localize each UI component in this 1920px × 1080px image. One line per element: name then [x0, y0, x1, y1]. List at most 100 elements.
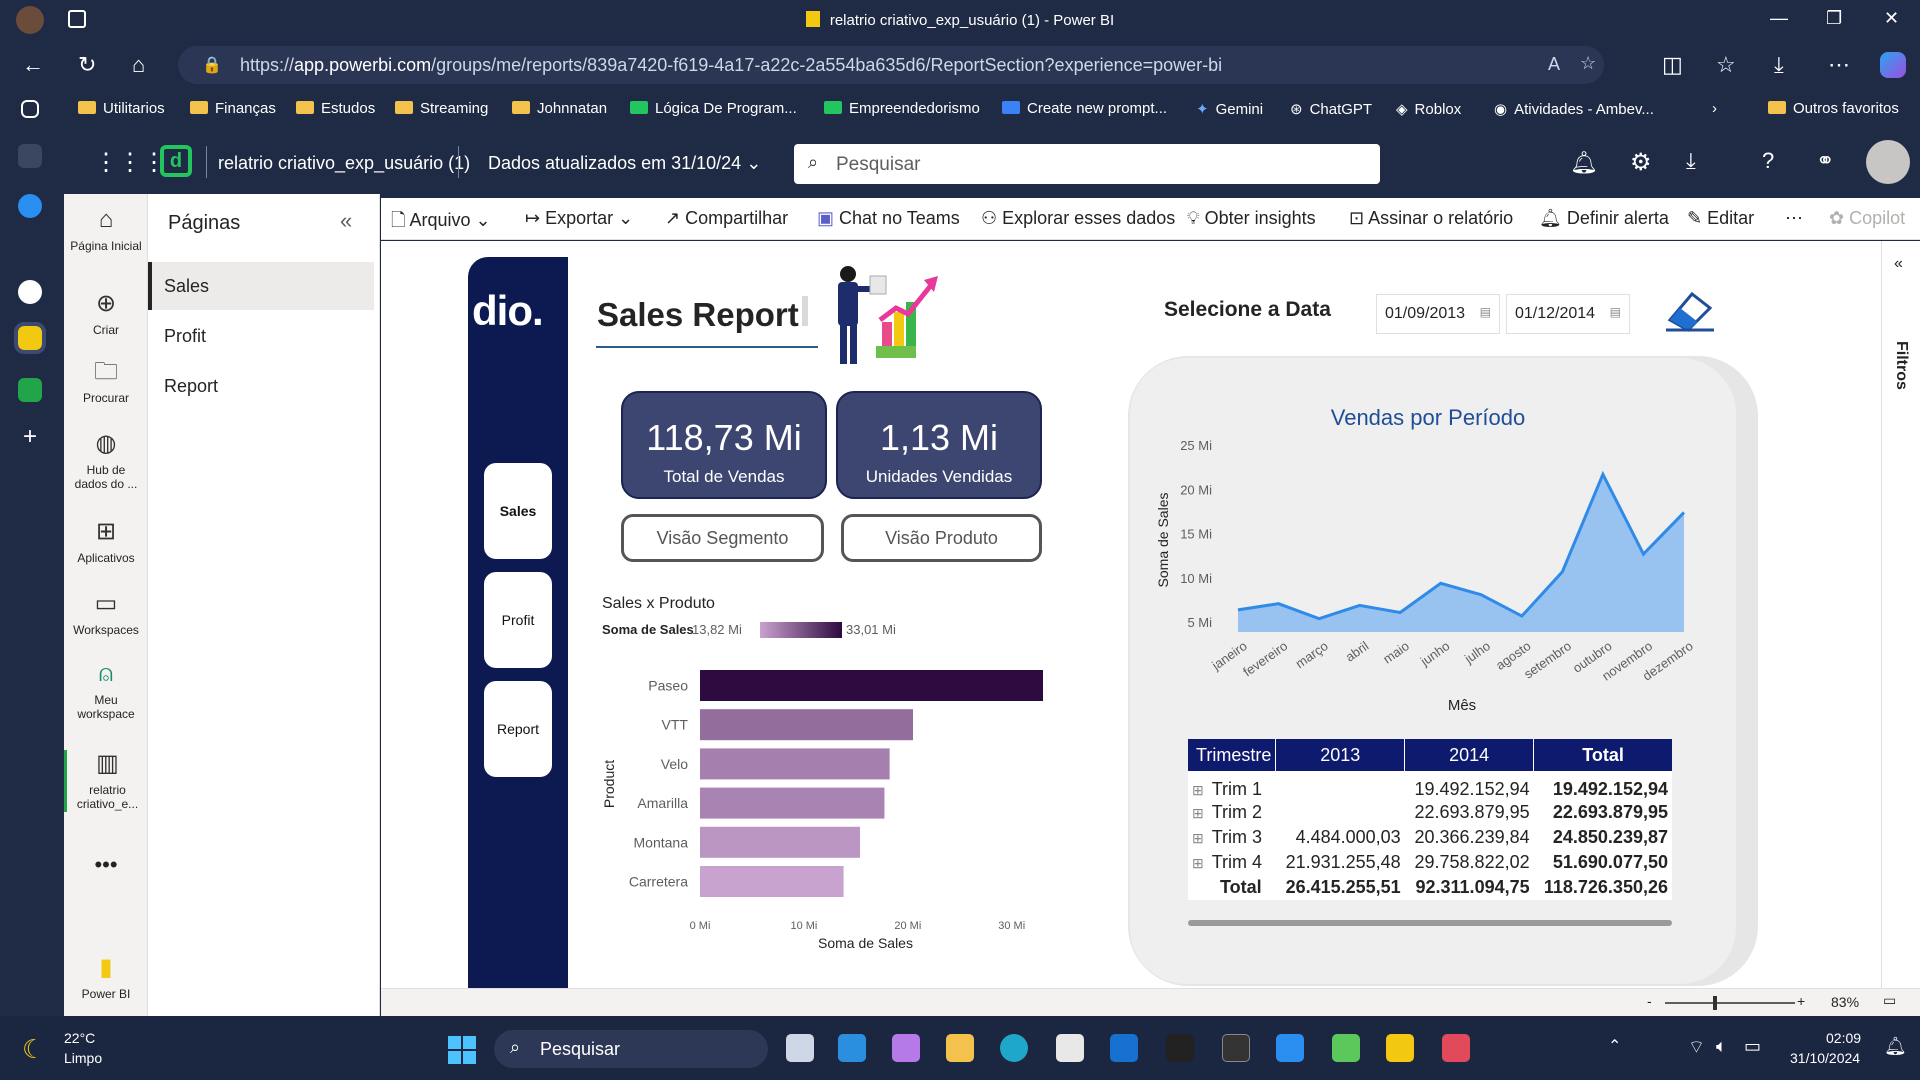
copilot-icon[interactable]	[1880, 52, 1906, 78]
column-header[interactable]: 2014	[1404, 739, 1535, 775]
add-app-icon[interactable]: +	[18, 425, 42, 450]
chatgpt-app-icon[interactable]	[18, 144, 42, 168]
download-icon[interactable]: ⤓	[1686, 148, 1696, 174]
minimize-icon[interactable]: —	[1770, 8, 1788, 29]
segment-view-button[interactable]: Visão Segmento	[621, 514, 824, 562]
bookmark-link[interactable]: Empreendedorismo	[824, 100, 980, 117]
share-button[interactable]: ↗ Compartilhar	[665, 208, 788, 229]
trello-icon[interactable]	[18, 378, 42, 402]
more-icon[interactable]: •••	[64, 852, 148, 878]
account-avatar[interactable]	[1866, 140, 1910, 184]
bookmark-folder[interactable]: Finanças	[190, 100, 276, 117]
vscode-app-icon[interactable]	[838, 1034, 866, 1062]
taskbar-search[interactable]: ⌕ Pesquisar	[494, 1030, 768, 1068]
zoom-slider[interactable]	[1665, 1002, 1795, 1004]
bookmark-folder[interactable]: Streaming	[395, 100, 488, 117]
close-icon[interactable]: ✕	[1884, 8, 1899, 29]
side-button-profit[interactable]: Profit	[484, 572, 552, 668]
clock-date[interactable]: 31/10/2024	[1790, 1050, 1860, 1066]
eraser-icon[interactable]	[1664, 288, 1716, 332]
expand-filters-icon[interactable]: «	[1894, 255, 1903, 273]
nav-current-report[interactable]: ▥ relatrio criativo_e...	[64, 750, 148, 812]
nav-apps[interactable]: ⊞ Aplicativos	[64, 518, 148, 565]
tool-app-icon[interactable]	[1332, 1034, 1360, 1062]
volume-icon[interactable]: 🔈︎	[1716, 1036, 1727, 1057]
bookmark-link[interactable]: Lógica De Program...	[630, 100, 797, 117]
page-report[interactable]: Report	[148, 362, 374, 410]
notifications-icon[interactable]: 🔔︎	[1570, 150, 1598, 176]
favorite-star-icon[interactable]: ☆	[1580, 53, 1596, 74]
explorer-app-icon[interactable]	[946, 1034, 974, 1062]
get-insights-button[interactable]: 💡︎ Obter insights	[1187, 208, 1316, 229]
tray-overflow-icon[interactable]: ⌃	[1608, 1036, 1621, 1056]
battery-icon[interactable]: ▭	[1744, 1036, 1761, 1057]
tabs-icon[interactable]	[21, 100, 39, 118]
column-header[interactable]: Total	[1534, 739, 1672, 775]
bookmark-link[interactable]: ⊛ ChatGPT	[1290, 100, 1372, 118]
file-menu[interactable]: 🗋 Arquivo ⌄	[391, 208, 491, 238]
nav-home[interactable]: ⌂ Página Inicial	[64, 206, 148, 253]
column-header[interactable]: 2013	[1275, 739, 1406, 775]
subscribe-button[interactable]: ⊡ Assinar o relatório	[1349, 208, 1513, 229]
date-to-input[interactable]: 01/12/2014 ▤	[1506, 294, 1630, 334]
side-button-report[interactable]: Report	[484, 681, 552, 777]
bookmark-link[interactable]: ◈ Roblox	[1396, 100, 1461, 118]
github-icon[interactable]	[18, 280, 42, 304]
copilot-button[interactable]: ✿ Copilot	[1829, 208, 1905, 229]
powerbi-taskbar-icon[interactable]	[1386, 1034, 1414, 1062]
azure-app-icon[interactable]	[1276, 1034, 1304, 1062]
app-launcher-icon[interactable]: ⋮⋮⋮	[94, 148, 166, 177]
tool2-app-icon[interactable]	[1442, 1034, 1470, 1062]
nav-my-workspace[interactable]: ⍝ Meu workspace	[64, 660, 148, 722]
other-favorites[interactable]: Outros favoritos	[1768, 100, 1899, 117]
terminal-app-icon[interactable]	[1222, 1034, 1250, 1062]
favorites-icon[interactable]: ☆	[1716, 52, 1736, 78]
nav-data-hub[interactable]: ◍ Hub de dados do ...	[64, 430, 148, 492]
edit-button[interactable]: ✎ Editar	[1687, 208, 1754, 229]
nav-create[interactable]: ⊕ Criar	[64, 290, 148, 337]
expand-icon[interactable]: ⊞	[1192, 805, 1204, 821]
outlook-app-icon[interactable]	[1110, 1034, 1138, 1062]
taskview-app-icon[interactable]	[786, 1034, 814, 1062]
bookmark-folder[interactable]: Utilitarios	[78, 100, 165, 117]
nav-powerbi[interactable]: ▮ Power BI	[64, 954, 148, 1001]
epic-games-app-icon[interactable]	[1166, 1034, 1194, 1062]
page-profit[interactable]: Profit	[148, 312, 374, 360]
read-aloud-icon[interactable]: A	[1548, 54, 1560, 75]
set-alert-button[interactable]: 🔔︎ Definir alerta	[1539, 208, 1669, 229]
edge-app-icon[interactable]	[1000, 1034, 1028, 1062]
share-feedback-icon[interactable]: ⚭	[1816, 148, 1834, 174]
home-icon[interactable]: ⌂	[132, 52, 145, 78]
powerbi-app-icon[interactable]	[14, 322, 46, 354]
split-screen-icon[interactable]: ◫	[1662, 52, 1683, 78]
zoom-in-button[interactable]: +	[1797, 993, 1805, 1009]
bookmark-link[interactable]: ◉ Atividades - Ambev...	[1494, 100, 1654, 118]
edge-drop-icon[interactable]	[18, 194, 42, 218]
bookmark-folder[interactable]: Estudos	[296, 100, 375, 117]
report-name[interactable]: relatrio criativo_exp_usuário (1)	[218, 153, 470, 174]
page-sales[interactable]: Sales	[148, 262, 374, 310]
weather-temp[interactable]: 22°C	[64, 1030, 95, 1046]
search-input[interactable]: ⌕ Pesquisar	[794, 144, 1380, 184]
start-button[interactable]	[448, 1036, 476, 1064]
bookmark-link[interactable]: ✦ Gemini	[1196, 100, 1263, 118]
date-from-input[interactable]: 01/09/2013 ▤	[1376, 294, 1500, 334]
downloads-icon[interactable]: ⤓	[1774, 52, 1784, 78]
settings-icon[interactable]: ⚙	[1630, 148, 1652, 177]
notifications-bell-icon[interactable]: 🔔︎	[1884, 1036, 1907, 1057]
nav-workspaces[interactable]: ▭ Workspaces	[64, 590, 148, 637]
wifi-icon[interactable]: ⌔	[1688, 1036, 1705, 1059]
maximize-icon[interactable]: ❐	[1826, 8, 1842, 29]
bookmarks-overflow-icon[interactable]: ›	[1712, 100, 1717, 117]
store-app-icon[interactable]	[1056, 1034, 1084, 1062]
side-button-sales[interactable]: Sales	[484, 463, 552, 559]
zoom-out-button[interactable]: -	[1647, 993, 1652, 1009]
filters-pane[interactable]: « Filtros	[1881, 241, 1920, 988]
column-header[interactable]: Trimestre	[1188, 739, 1277, 775]
bookmark-link[interactable]: Create new prompt...	[1002, 100, 1167, 117]
collapse-pane-icon[interactable]: «	[340, 208, 352, 234]
nav-browse[interactable]: 🗀 Procurar	[64, 358, 148, 405]
zoom-slider-thumb[interactable]	[1713, 996, 1717, 1010]
help-icon[interactable]: ?	[1762, 148, 1774, 174]
back-icon[interactable]: ←	[22, 52, 44, 78]
